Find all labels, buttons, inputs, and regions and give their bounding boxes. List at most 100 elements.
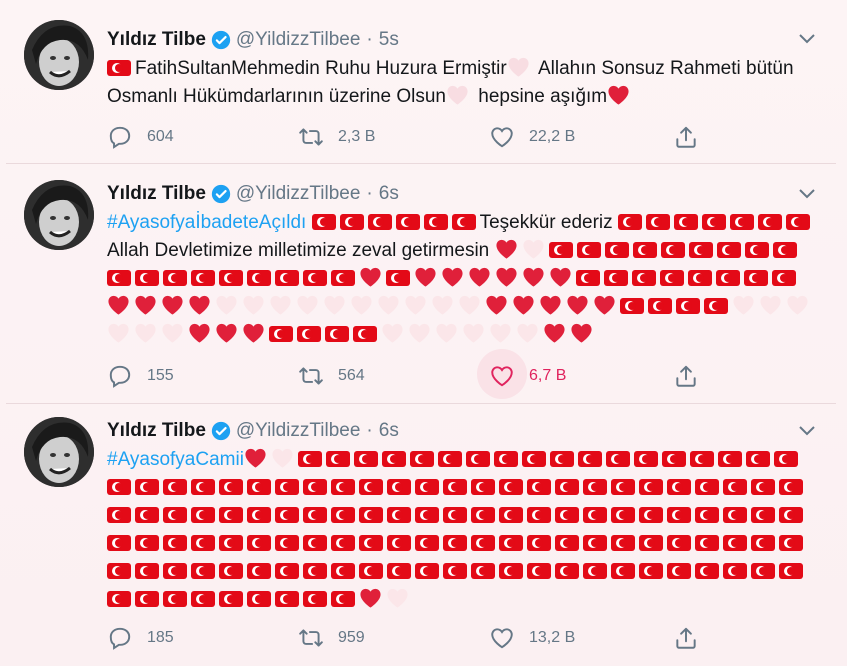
heart-icon: [405, 295, 426, 315]
turkey-flag-icon: [639, 479, 663, 495]
handle[interactable]: @YildizzTilbee: [236, 420, 361, 442]
turkey-flag-icon: [611, 507, 635, 523]
reply-button[interactable]: 185: [107, 623, 174, 653]
turkey-flag-icon: [499, 479, 523, 495]
turkey-flag-icon: [604, 242, 629, 258]
heart-icon: [162, 295, 183, 315]
turkey-flag-icon: [303, 591, 327, 607]
handle[interactable]: @YildizzTilbee: [236, 183, 361, 205]
tweet-text: #AyasofyaCamii: [107, 446, 822, 614]
like-button[interactable]: 6,7 B: [477, 349, 566, 399]
turkey-flag-icon: [695, 535, 719, 551]
turkey-flag-icon: [331, 591, 355, 607]
turkey-flag-icon: [219, 507, 243, 523]
timestamp[interactable]: 6s: [379, 420, 399, 442]
turkey-flag-icon: [555, 507, 579, 523]
turkey-flag-icon: [688, 270, 712, 286]
turkey-flag-icon: [275, 507, 299, 523]
turkey-flag-icon: [269, 326, 293, 342]
turkey-flag-icon: [583, 479, 607, 495]
heart-icon: [270, 295, 291, 315]
heart-icon: [297, 295, 318, 315]
turkey-flag-icon: [577, 451, 602, 467]
heart-icon: [351, 295, 372, 315]
turkey-flag-icon: [423, 214, 448, 230]
display-name[interactable]: Yıldız Tilbe: [107, 420, 206, 442]
turkey-flag-icon: [779, 507, 803, 523]
turkey-flag-icon: [660, 242, 685, 258]
heart-icon: [243, 295, 264, 315]
turkey-flag-icon: [219, 270, 243, 286]
turkey-flag-icon: [387, 479, 411, 495]
turkey-flag-icon: [275, 563, 299, 579]
share-button[interactable]: [673, 361, 713, 391]
hashtag-link[interactable]: #AyasofyaCamii: [107, 449, 244, 470]
tweet[interactable]: Yıldız Tilbe @YildizzTilbee · 6s #Ayasof…: [6, 403, 836, 666]
turkey-flag-icon: [744, 242, 769, 258]
turkey-flag-icon: [695, 563, 719, 579]
turkey-flag-icon: [275, 591, 299, 607]
heart-icon: [415, 267, 436, 287]
retweet-button[interactable]: 959: [298, 623, 365, 653]
retweet-button[interactable]: 564: [298, 361, 365, 391]
like-button[interactable]: 13,2 B: [489, 623, 575, 653]
timestamp[interactable]: 5s: [379, 29, 399, 51]
turkey-flag-icon: [303, 535, 327, 551]
handle[interactable]: @YildizzTilbee: [236, 29, 361, 51]
turkey-flag-icon: [716, 242, 741, 258]
hashtag-link[interactable]: #AyasofyaİbadeteAçıldı: [107, 212, 306, 233]
turkey-flag-icon: [107, 507, 131, 523]
display-name[interactable]: Yıldız Tilbe: [107, 29, 206, 51]
turkey-flag-icon: [107, 60, 131, 76]
turkey-flag-icon: [353, 326, 377, 342]
avatar[interactable]: [24, 180, 94, 250]
turkey-flag-icon: [331, 535, 355, 551]
turkey-flag-icon: [633, 451, 658, 467]
turkey-flag-icon: [387, 507, 411, 523]
heart-icon: [523, 267, 544, 287]
turkey-flag-icon: [395, 214, 420, 230]
turkey-flag-icon: [751, 535, 775, 551]
turkey-flag-icon: [661, 451, 686, 467]
turkey-flag-icon: [163, 507, 187, 523]
tweet[interactable]: Yıldız Tilbe @YildizzTilbee · 6s #Ayasof…: [6, 163, 836, 404]
turkey-flag-icon: [331, 479, 355, 495]
tweet[interactable]: Yıldız Tilbe @YildizzTilbee · 5s FatihSu…: [6, 0, 836, 164]
turkey-flag-icon: [617, 214, 642, 230]
turkey-flag-icon: [135, 535, 159, 551]
reply-button[interactable]: 604: [107, 122, 174, 152]
turkey-flag-icon: [471, 479, 495, 495]
heart-icon: [162, 323, 183, 343]
turkey-flag-icon: [744, 270, 768, 286]
turkey-flag-icon: [331, 507, 355, 523]
turkey-flag-icon: [191, 507, 215, 523]
turkey-flag-icon: [367, 214, 392, 230]
avatar[interactable]: [24, 20, 94, 90]
reply-count: 185: [147, 629, 174, 646]
heart-icon: [216, 323, 237, 343]
turkey-flag-icon: [499, 535, 523, 551]
like-button[interactable]: 22,2 B: [489, 122, 575, 152]
chevron-down-icon[interactable]: [798, 425, 816, 437]
display-name[interactable]: Yıldız Tilbe: [107, 183, 206, 205]
turkey-flag-icon: [135, 507, 159, 523]
separator-dot: ·: [366, 420, 373, 441]
turkey-flag-icon: [359, 563, 383, 579]
chevron-down-icon[interactable]: [798, 188, 816, 200]
reply-button[interactable]: 155: [107, 361, 174, 391]
retweet-count: 959: [338, 629, 365, 646]
turkey-flag-icon: [387, 535, 411, 551]
heart-icon: [447, 85, 468, 105]
turkey-flag-icon: [632, 270, 656, 286]
turkey-flag-icon: [219, 535, 243, 551]
chevron-down-icon[interactable]: [798, 33, 816, 45]
heart-icon: [442, 267, 463, 287]
timestamp[interactable]: 6s: [379, 183, 399, 205]
share-button[interactable]: [673, 623, 713, 653]
share-button[interactable]: [673, 122, 713, 152]
retweet-button[interactable]: 2,3 B: [298, 122, 375, 152]
avatar[interactable]: [24, 417, 94, 487]
heart-icon: [787, 295, 808, 315]
turkey-flag-icon: [548, 242, 573, 258]
turkey-flag-icon: [673, 214, 698, 230]
